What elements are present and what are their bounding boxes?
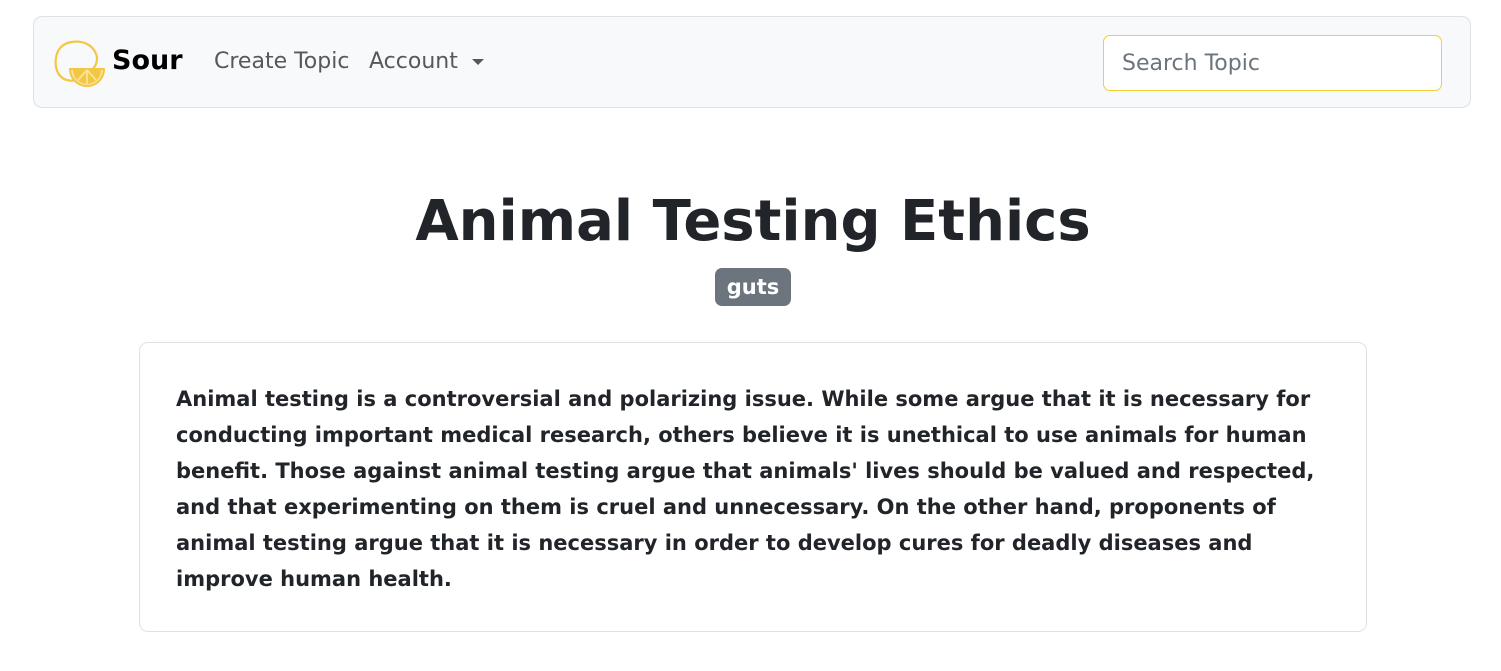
navbar: Sour Create Topic Account [33,16,1471,108]
lemon-slice-icon [52,39,106,89]
search-input[interactable] [1103,35,1442,91]
brand-name: Sour [112,44,183,76]
page-title: Animal Testing Ethics [415,189,1091,254]
topic-card: Animal testing is a controversial and po… [139,342,1367,632]
account-dropdown[interactable]: Account [369,49,484,74]
brand-link[interactable]: Sour [52,39,183,89]
account-label: Account [369,49,458,74]
caret-down-icon [471,58,484,65]
topic-description: Animal testing is a controversial and po… [176,387,1315,591]
create-topic-link[interactable]: Create Topic [214,49,349,74]
tag-badge: guts [715,268,791,306]
